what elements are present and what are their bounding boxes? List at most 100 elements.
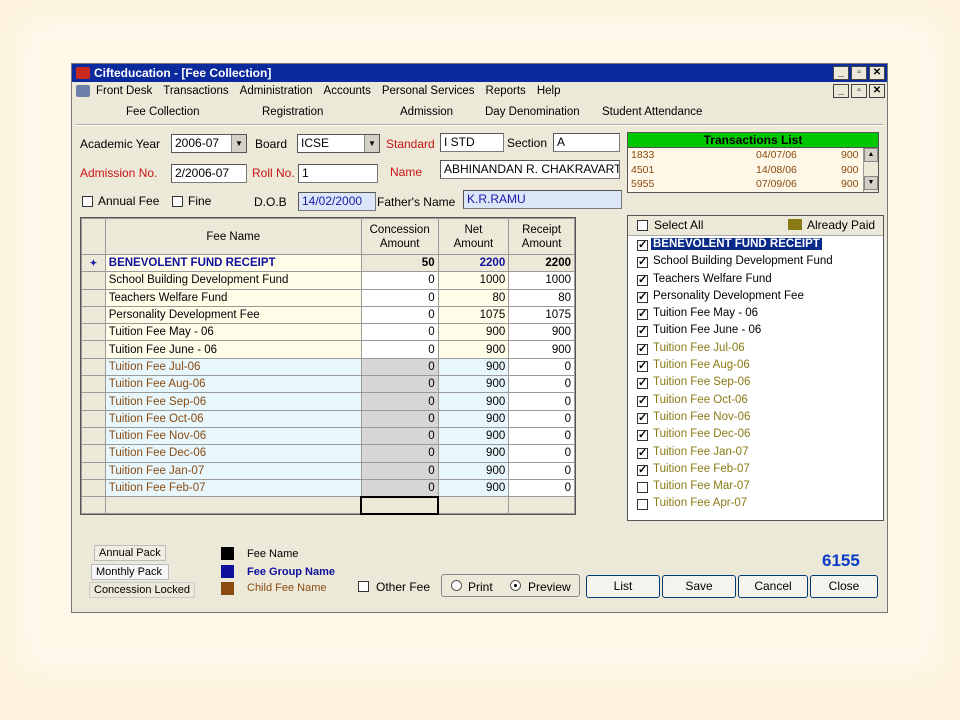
tab-admission[interactable]: Admission	[400, 106, 453, 118]
dob-field[interactable]: 14/02/2000	[298, 192, 376, 211]
fee-row[interactable]: Tuition Fee June - 06 0 900 900	[81, 340, 575, 359]
concession-cell[interactable]: 0	[360, 305, 439, 325]
print-radio[interactable]	[451, 580, 462, 591]
concession-cell[interactable]: 0	[360, 323, 439, 342]
admission-no-field[interactable]: 2/2006-07	[171, 164, 247, 183]
receipt-amount-cell[interactable]: 80	[508, 288, 575, 307]
receipt-amount-cell[interactable]: 0	[508, 392, 575, 411]
menu-administration[interactable]: Administration	[240, 85, 313, 97]
annual-fee-checkbox[interactable]	[82, 196, 93, 207]
preview-radio[interactable]	[510, 580, 521, 591]
tab-fee-collection[interactable]: Fee Collection	[126, 106, 200, 118]
chevron-down-icon[interactable]: ▼	[364, 135, 379, 152]
scroll-down-icon[interactable]: ▼	[864, 176, 878, 190]
concession-cell[interactable]: 0	[360, 444, 439, 463]
fee-row[interactable]: Tuition Fee Oct-06 0 900 0	[81, 409, 575, 428]
receipt-amount-cell[interactable]: 900	[508, 323, 575, 342]
menu-accounts[interactable]: Accounts	[324, 85, 371, 97]
fee-check-item[interactable]: Tuition Fee Feb-07	[628, 462, 883, 479]
empty-cell[interactable]	[437, 496, 510, 515]
child-maximize-button[interactable]: ▫	[851, 84, 867, 98]
fee-row[interactable]: Tuition Fee May - 06 0 900 900	[81, 323, 575, 342]
menu-personal-services[interactable]: Personal Services	[382, 85, 475, 97]
menu-transactions[interactable]: Transactions	[163, 85, 228, 97]
fine-checkbox[interactable]	[172, 196, 183, 207]
fee-checkbox[interactable]	[637, 446, 648, 459]
receipt-amount-cell[interactable]: 0	[508, 461, 575, 480]
board-select[interactable]: ICSE ▼	[297, 134, 380, 153]
receipt-amount-cell[interactable]: 2200	[508, 253, 575, 273]
transactions-scrollbar[interactable]: ▲ ▼	[863, 148, 878, 192]
fee-check-item[interactable]: BENEVOLENT FUND RECEIPT	[628, 237, 883, 254]
concession-cell[interactable]: 0	[360, 461, 439, 480]
receipt-amount-cell[interactable]: 0	[508, 426, 575, 446]
menu-help[interactable]: Help	[537, 85, 561, 97]
close-button[interactable]: Close	[810, 575, 878, 598]
receipt-amount-cell[interactable]: 0	[508, 375, 575, 394]
concession-header[interactable]: Concession Amount	[360, 218, 439, 255]
fee-checkbox[interactable]	[637, 359, 648, 373]
concession-cell[interactable]: 0	[360, 392, 439, 411]
scroll-up-icon[interactable]: ▲	[864, 148, 878, 162]
fee-row[interactable]: ✦ BENEVOLENT FUND RECEIPT 50 2200 2200	[81, 253, 575, 273]
fee-checkbox[interactable]	[637, 273, 648, 286]
empty-cell[interactable]	[81, 496, 106, 515]
fee-row[interactable]: Tuition Fee Jan-07 0 900 0	[81, 461, 575, 480]
fee-check-item[interactable]: Tuition Fee Oct-06	[628, 393, 883, 410]
concession-cell[interactable]: 50	[360, 253, 439, 273]
fee-check-item[interactable]: Tuition Fee Apr-07	[628, 496, 883, 513]
fee-check-item[interactable]: Tuition Fee Mar-07	[628, 479, 883, 496]
fee-row[interactable]: Tuition Fee Sep-06 0 900 0	[81, 392, 575, 411]
select-all-checkbox[interactable]	[637, 220, 648, 231]
fee-checkbox[interactable]	[637, 238, 648, 251]
fee-checkbox[interactable]	[637, 482, 648, 494]
receipt-amount-cell[interactable]: 0	[508, 478, 575, 498]
fee-checkbox[interactable]	[637, 499, 648, 511]
fee-row[interactable]: Tuition Fee Jul-06 0 900 0	[81, 357, 575, 377]
fee-checkbox[interactable]	[637, 307, 648, 321]
fee-checkbox[interactable]	[637, 324, 648, 338]
fee-checkbox[interactable]	[637, 463, 648, 476]
child-close-button[interactable]: ✕	[869, 84, 885, 98]
fee-checkbox[interactable]	[637, 428, 648, 442]
empty-cell[interactable]	[508, 496, 575, 515]
list-button[interactable]: List	[586, 575, 660, 598]
tab-student-attendance[interactable]: Student Attendance	[602, 106, 702, 118]
standard-field[interactable]: I STD	[440, 133, 504, 152]
fee-check-item[interactable]: Teachers Welfare Fund	[628, 272, 883, 289]
fee-row[interactable]: Tuition Fee Nov-06 0 900 0	[81, 426, 575, 446]
fee-check-item[interactable]: Tuition Fee Dec-06	[628, 427, 883, 444]
fee-check-item[interactable]: Tuition Fee Aug-06	[628, 358, 883, 375]
receipt-amount-cell[interactable]: 900	[508, 340, 575, 359]
fee-check-item[interactable]: School Building Development Fund	[628, 254, 883, 271]
section-field[interactable]: A	[553, 133, 620, 152]
fee-row[interactable]: Tuition Fee Feb-07 0 900 0	[81, 478, 575, 498]
close-window-button[interactable]: ✕	[869, 66, 885, 80]
concession-cell[interactable]: 0	[360, 409, 439, 428]
fee-check-item[interactable]: Tuition Fee Jan-07	[628, 445, 883, 462]
roll-no-field[interactable]: 1	[298, 164, 378, 183]
other-fee-checkbox[interactable]	[358, 581, 369, 592]
concession-cell[interactable]: 0	[360, 340, 439, 359]
menu-reports[interactable]: Reports	[486, 85, 526, 97]
child-minimize-button[interactable]: _	[833, 84, 849, 98]
fee-checkbox[interactable]	[637, 394, 648, 407]
save-button[interactable]: Save	[662, 575, 736, 598]
fee-row[interactable]: Tuition Fee Aug-06 0 900 0	[81, 375, 575, 394]
fee-checkbox[interactable]	[637, 342, 648, 355]
net-header[interactable]: Net Amount	[437, 218, 510, 255]
scroll-track[interactable]	[864, 162, 878, 176]
concession-cell[interactable]: 0	[360, 426, 439, 446]
fee-check-item[interactable]: Tuition Fee June - 06	[628, 323, 883, 340]
fee-check-item[interactable]: Tuition Fee Jul-06	[628, 341, 883, 358]
concession-cell[interactable]: 0	[360, 478, 439, 498]
fee-checkbox[interactable]	[637, 290, 648, 303]
tab-registration[interactable]: Registration	[262, 106, 323, 118]
fee-check-item[interactable]: Tuition Fee Nov-06	[628, 410, 883, 427]
receipt-amount-cell[interactable]: 1075	[508, 305, 575, 325]
father-name-field[interactable]: K.R.RAMU	[463, 190, 622, 209]
empty-cell[interactable]	[360, 495, 440, 515]
receipt-amount-cell[interactable]: 0	[508, 444, 575, 463]
new-fee-row[interactable]	[81, 495, 575, 515]
fee-row[interactable]: Teachers Welfare Fund 0 80 80	[81, 288, 575, 307]
